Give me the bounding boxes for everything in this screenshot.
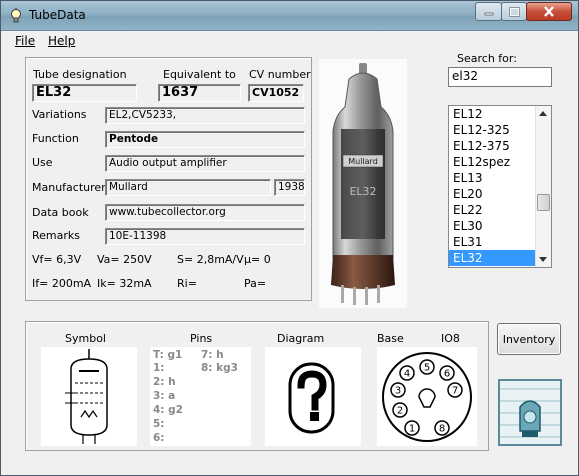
pin-entry: 8: kg3: [201, 362, 238, 374]
base-pin-number: 8: [439, 424, 445, 435]
menu-file[interactable]: File: [15, 34, 35, 48]
tube-list-item[interactable]: EL20: [449, 186, 536, 202]
tube-list: EL12 EL12-325 EL12-375 EL12spez EL13 EL20 EL22…: [449, 106, 536, 266]
pin-entry: 2: h: [153, 376, 176, 388]
remarks-label: Remarks: [32, 229, 80, 242]
window-title: TubeData: [29, 8, 86, 22]
lightbulb-icon: [11, 8, 21, 23]
symbol-label: Symbol: [65, 332, 106, 345]
if-value: If= 200mA: [32, 277, 92, 290]
app-window: TubeData File Help Tube designation Equi…: [0, 0, 579, 476]
equivalent-label: Equivalent to: [163, 68, 236, 81]
tube-designation-field[interactable]: EL32: [32, 84, 137, 102]
minimize-icon: [484, 12, 493, 15]
pin-entry: 3: a: [153, 390, 176, 402]
tube-list-item[interactable]: EL31: [449, 234, 536, 250]
symbol-panel: [41, 347, 137, 446]
tube-list-item[interactable]: EL12-375: [449, 138, 536, 154]
base-pin-number: 4: [404, 369, 410, 380]
menu-bar: File Help: [1, 31, 578, 51]
base-panel: 12 34 5 67 8: [377, 347, 477, 446]
octal-base-diagram: 12 34 5 67 8: [382, 352, 472, 442]
tube-image: Mullard EL32: [331, 63, 395, 305]
base-pin-number: 1: [409, 424, 415, 435]
title-bar[interactable]: TubeData: [1, 1, 578, 31]
s-value: S= 2,8mA/V: [177, 253, 244, 266]
photo-brand-text: Mullard: [348, 157, 378, 166]
pins-panel: T: g1 1: 2: h 3: a 4: g2 5: 6: 7: h 8: k…: [150, 347, 251, 446]
pentode-symbol-icon: [65, 349, 108, 444]
base-pin-number: 6: [444, 369, 450, 380]
close-button[interactable]: [526, 2, 572, 21]
cv-number-label: CV number: [249, 68, 311, 81]
tube-photo: Mullard EL32: [319, 59, 407, 308]
pin-entry: 5:: [153, 418, 165, 430]
close-icon: [544, 6, 554, 17]
function-field[interactable]: Pentode: [105, 131, 305, 148]
maximize-button[interactable]: [501, 2, 527, 21]
photo-type-text: EL32: [349, 185, 376, 198]
pa-value: Pa=: [244, 277, 267, 290]
scroll-up-icon[interactable]: [539, 111, 547, 116]
tube-list-item[interactable]: EL12: [449, 106, 536, 122]
tube-listbox[interactable]: EL12 EL12-325 EL12-375 EL12spez EL13 EL20 EL22…: [448, 105, 552, 268]
tube-designation-label: Tube designation: [33, 68, 127, 81]
minimize-button[interactable]: [475, 2, 502, 21]
ik-value: Ik= 32mA: [97, 277, 152, 290]
tube-list-item[interactable]: EL13: [449, 170, 536, 186]
base-type: IO8: [441, 332, 460, 345]
ri-value: Ri=: [177, 277, 197, 290]
inventory-button[interactable]: Inventory: [497, 323, 561, 355]
vf-value: Vf= 6,3V: [32, 253, 82, 266]
tube-list-item[interactable]: EL12spez: [449, 154, 536, 170]
tube-list-item[interactable]: EL22: [449, 202, 536, 218]
variations-field[interactable]: EL2,CV5233,: [105, 107, 305, 124]
cv-number-field[interactable]: CV1052: [248, 84, 304, 102]
manufacturer-field[interactable]: Mullard: [105, 179, 271, 196]
search-label: Search for:: [457, 52, 517, 65]
diagram-label: Diagram: [277, 332, 325, 345]
scroll-down-icon[interactable]: [539, 257, 547, 262]
variations-label: Variations: [32, 108, 87, 121]
use-label: Use: [32, 156, 53, 169]
menu-help[interactable]: Help: [48, 34, 75, 48]
equivalent-field[interactable]: 1637: [158, 84, 241, 102]
pin-entry: 7: h: [201, 349, 224, 361]
inventory-button-label: Inventory: [502, 332, 556, 346]
pin-entry: 4: g2: [153, 404, 183, 416]
base-pin-number: 5: [424, 363, 430, 374]
use-field[interactable]: Audio output amplifier: [105, 155, 305, 172]
function-label: Function: [32, 132, 79, 145]
question-mark-icon: [288, 362, 335, 434]
mu-value: µ= 0: [244, 253, 271, 266]
data-book-field[interactable]: www.tubecollector.org: [105, 204, 305, 221]
app-logo: [498, 379, 562, 446]
tube-logo-icon: [500, 381, 560, 444]
pin-entry: 6:: [153, 432, 165, 444]
pin-entry: T: g1: [153, 349, 183, 361]
search-input[interactable]: el32: [448, 67, 552, 87]
tube-list-item[interactable]: EL30: [449, 218, 536, 234]
tube-list-item[interactable]: EL12-325: [449, 122, 536, 138]
maximize-icon: [508, 6, 520, 17]
remarks-field[interactable]: 10E-11398: [105, 228, 305, 245]
manufacturer-label: Manufacturer: [32, 181, 106, 194]
pin-entry: 1:: [153, 362, 165, 374]
base-pin-number: 2: [397, 406, 403, 417]
tube-list-item[interactable]: EL32: [449, 250, 536, 266]
scroll-thumb[interactable]: [537, 194, 550, 211]
year-field[interactable]: 1938: [274, 179, 305, 196]
base-label: Base: [377, 332, 404, 345]
base-pin-number: 7: [452, 386, 458, 397]
list-scrollbar[interactable]: [535, 106, 551, 267]
diagram-panel: [265, 347, 361, 446]
va-value: Va= 250V: [97, 253, 152, 266]
base-pin-number: 3: [395, 386, 401, 397]
pins-label: Pins: [190, 332, 213, 345]
data-book-label: Data book: [32, 206, 89, 219]
